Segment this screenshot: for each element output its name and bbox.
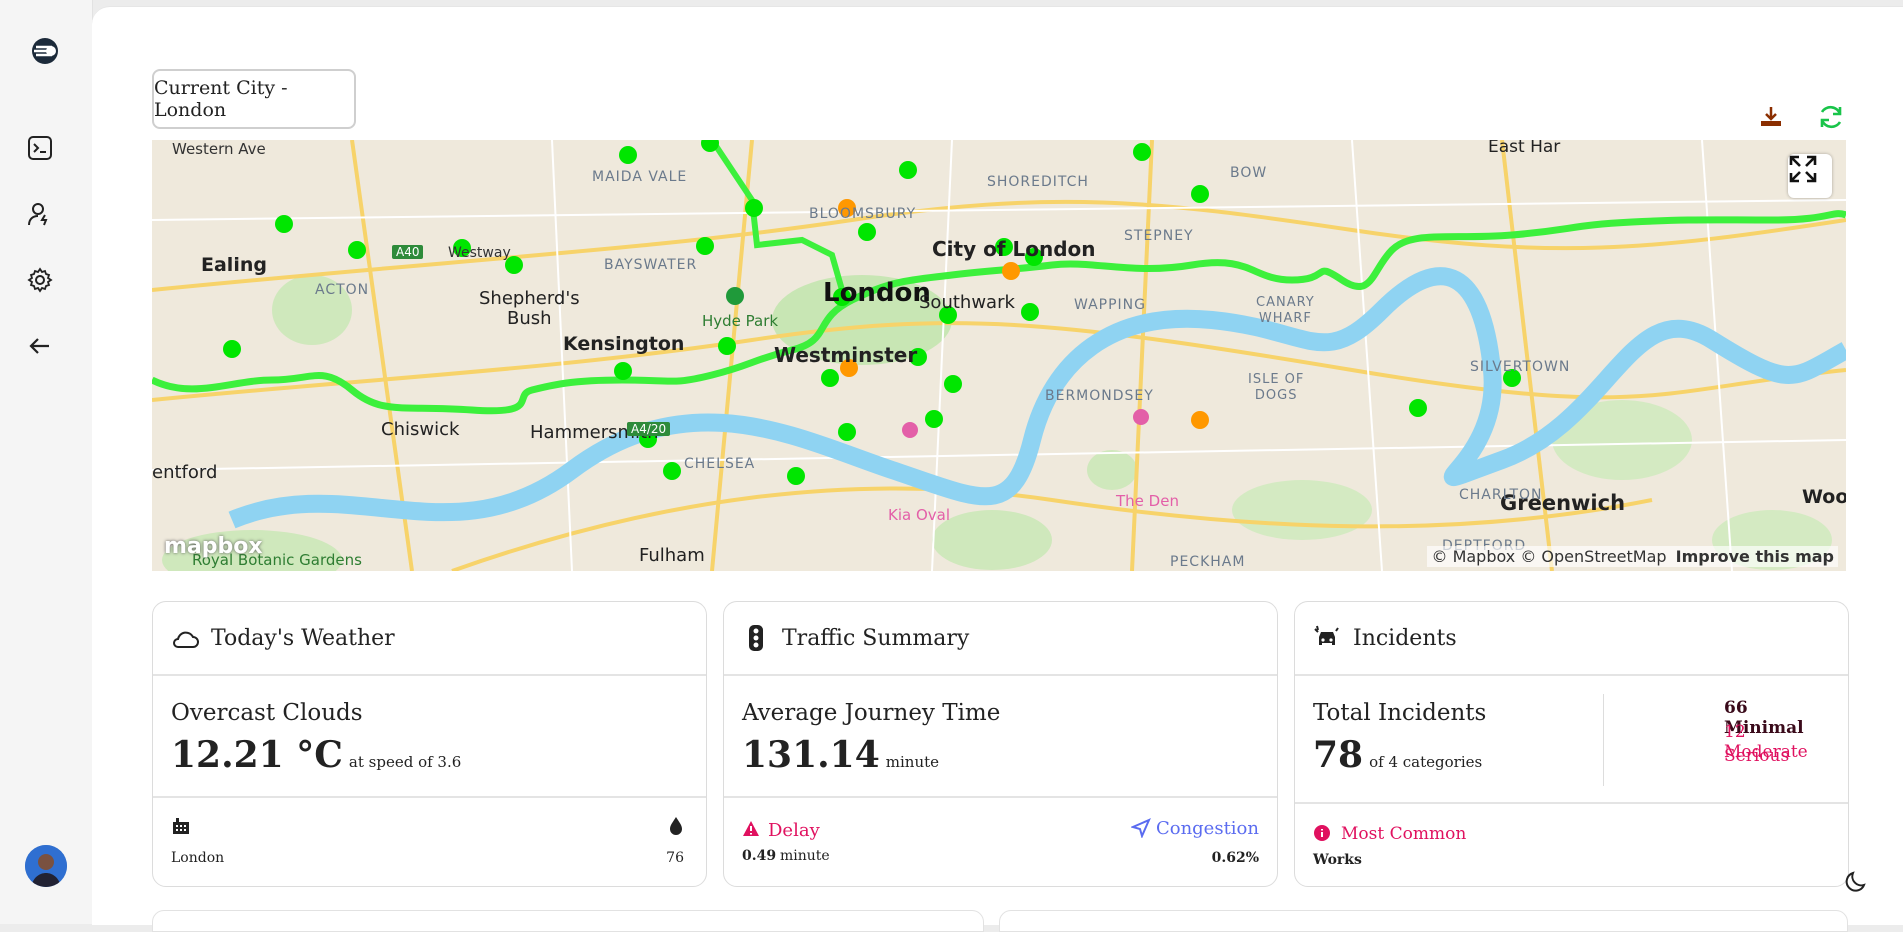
- map-label: City of London: [932, 237, 1096, 261]
- map-label: East Har: [1488, 140, 1561, 157]
- traffic-card: Traffic Summary Average Journey Time 131…: [723, 601, 1278, 887]
- most-common-label: Most Common: [1341, 824, 1467, 844]
- map-label: London: [823, 278, 931, 308]
- avatar[interactable]: [25, 845, 67, 887]
- divider: [1603, 694, 1604, 786]
- weather-condition: Overcast Clouds: [171, 700, 363, 726]
- sidebar: [0, 0, 93, 924]
- city-icon: [171, 816, 191, 840]
- avg-journey-value: 131.14: [742, 734, 880, 776]
- most-common-value: Works: [1313, 852, 1362, 868]
- mapbox-logo: mapbox: [164, 534, 263, 559]
- avg-journey-unit: minute: [885, 753, 940, 771]
- map-label: A4/20: [627, 422, 671, 436]
- map-label: Chiswick: [381, 419, 460, 440]
- wind-speed: at speed of 3.6: [348, 753, 462, 771]
- cloud-icon: [171, 624, 199, 652]
- map-label: CHELSEA: [684, 456, 756, 472]
- city-map[interactable]: Western Ave MAIDA VALE BLOOMSBURY SHORED…: [152, 140, 1846, 571]
- total-incidents-value: 78: [1313, 734, 1364, 776]
- map-label: CANARY WHARF: [1256, 295, 1315, 326]
- delay-unit: minute: [780, 848, 830, 864]
- map-label: BERMONDSEY: [1045, 388, 1154, 404]
- total-incidents-suffix: of 4 categories: [1369, 753, 1483, 771]
- app-logo-icon: [30, 36, 60, 66]
- map-label: BAYSWATER: [604, 257, 698, 273]
- incidents-title: Incidents: [1353, 625, 1457, 651]
- map-label: SILVERTOWN: [1470, 359, 1571, 375]
- moon-icon[interactable]: [1844, 868, 1870, 894]
- map-label: ISLE OF DOGS: [1248, 372, 1305, 403]
- map-label: A40: [392, 245, 424, 259]
- avg-journey-label: Average Journey Time: [742, 700, 1001, 726]
- weather-title: Today's Weather: [211, 625, 395, 651]
- map-label: entford: [152, 462, 218, 483]
- map-label: Wool: [1802, 486, 1846, 508]
- serious-count: Serious: [1724, 746, 1790, 766]
- map-label: Fulham: [639, 545, 705, 566]
- refresh-icon[interactable]: [1814, 100, 1848, 134]
- info-icon: [1313, 824, 1331, 846]
- map-label: CHARLTON: [1459, 487, 1543, 503]
- delay-value: 0.49: [742, 848, 777, 864]
- warning-icon: [742, 820, 760, 842]
- map-label: ACTON: [315, 282, 370, 298]
- map-label: Westway: [448, 245, 511, 261]
- temperature-value: 12.21 °C: [171, 734, 343, 776]
- incidents-card: Incidents Total Incidents 78 of 4 categor…: [1294, 601, 1849, 887]
- fullscreen-icon[interactable]: [1788, 154, 1832, 198]
- map-label: Westminster: [774, 343, 918, 367]
- weather-card: Today's Weather Overcast Clouds 12.21 °C…: [152, 601, 707, 887]
- user-icon[interactable]: [24, 198, 56, 230]
- humidity-value: 76: [666, 850, 684, 866]
- map-label: PECKHAM: [1170, 554, 1246, 570]
- map-label: The Den: [1116, 492, 1179, 510]
- download-icon[interactable]: [1754, 100, 1788, 134]
- gear-icon[interactable]: [24, 264, 56, 296]
- map-attribution: © Mapbox © OpenStreetMap Improve this ma…: [1427, 546, 1838, 567]
- map-label: STEPNEY: [1124, 228, 1194, 244]
- map-label: BLOOMSBURY: [809, 206, 917, 222]
- terminal-icon[interactable]: [24, 132, 56, 164]
- delay-label: Delay: [768, 820, 820, 841]
- traffic-light-icon: [742, 624, 770, 652]
- city-name: London: [171, 850, 225, 866]
- map-label: Kensington: [563, 333, 685, 355]
- map-label: Western Ave: [172, 140, 266, 158]
- attribution-text[interactable]: © Mapbox © OpenStreetMap: [1431, 547, 1666, 566]
- traffic-title: Traffic Summary: [782, 625, 970, 651]
- current-city-button[interactable]: Current City - London: [152, 69, 356, 129]
- bottom-cards-strip: [152, 906, 1848, 932]
- map-label: Southwark: [919, 292, 1015, 313]
- map-label: BOW: [1230, 165, 1268, 181]
- congestion-value: 0.62%: [1211, 850, 1259, 866]
- map-label: Hyde Park: [702, 312, 779, 330]
- back-arrow-icon[interactable]: [24, 330, 56, 362]
- car-crash-icon: [1313, 624, 1341, 652]
- map-label: WAPPING: [1074, 297, 1146, 313]
- map-label: SHOREDITCH: [987, 174, 1089, 190]
- improve-map-link[interactable]: Improve this map: [1676, 547, 1834, 566]
- map-label: Ealing: [201, 254, 267, 276]
- congestion-label: Congestion: [1155, 818, 1259, 839]
- map-label: Shepherd's Bush: [479, 288, 580, 329]
- navigation-icon: [1130, 818, 1151, 842]
- map-label: Kia Oval: [888, 506, 951, 524]
- total-incidents-label: Total Incidents: [1313, 700, 1487, 726]
- map-label: MAIDA VALE: [592, 169, 688, 185]
- humidity-icon: [668, 816, 684, 840]
